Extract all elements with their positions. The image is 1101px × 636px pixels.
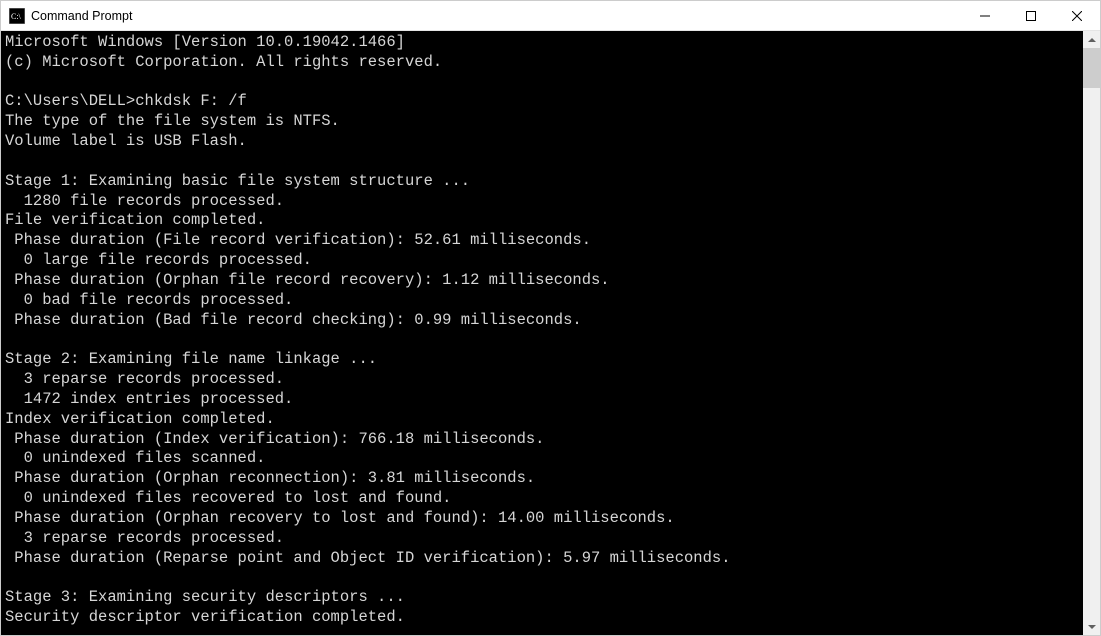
- command-prompt-window: C:\ Command Prompt Microsoft Windows [Ve…: [0, 0, 1101, 636]
- cmd-icon: C:\: [9, 8, 25, 24]
- scroll-down-arrow[interactable]: [1083, 618, 1100, 635]
- terminal-output[interactable]: Microsoft Windows [Version 10.0.19042.14…: [1, 31, 1083, 635]
- content-area: Microsoft Windows [Version 10.0.19042.14…: [1, 31, 1100, 635]
- maximize-button[interactable]: [1008, 1, 1054, 31]
- window-title: Command Prompt: [31, 9, 962, 23]
- scroll-up-arrow[interactable]: [1083, 31, 1100, 48]
- close-button[interactable]: [1054, 1, 1100, 31]
- titlebar[interactable]: C:\ Command Prompt: [1, 1, 1100, 31]
- minimize-button[interactable]: [962, 1, 1008, 31]
- svg-text:C:\: C:\: [11, 12, 22, 21]
- scroll-thumb[interactable]: [1083, 48, 1100, 88]
- scroll-track[interactable]: [1083, 48, 1100, 618]
- window-controls: [962, 1, 1100, 30]
- vertical-scrollbar[interactable]: [1083, 31, 1100, 635]
